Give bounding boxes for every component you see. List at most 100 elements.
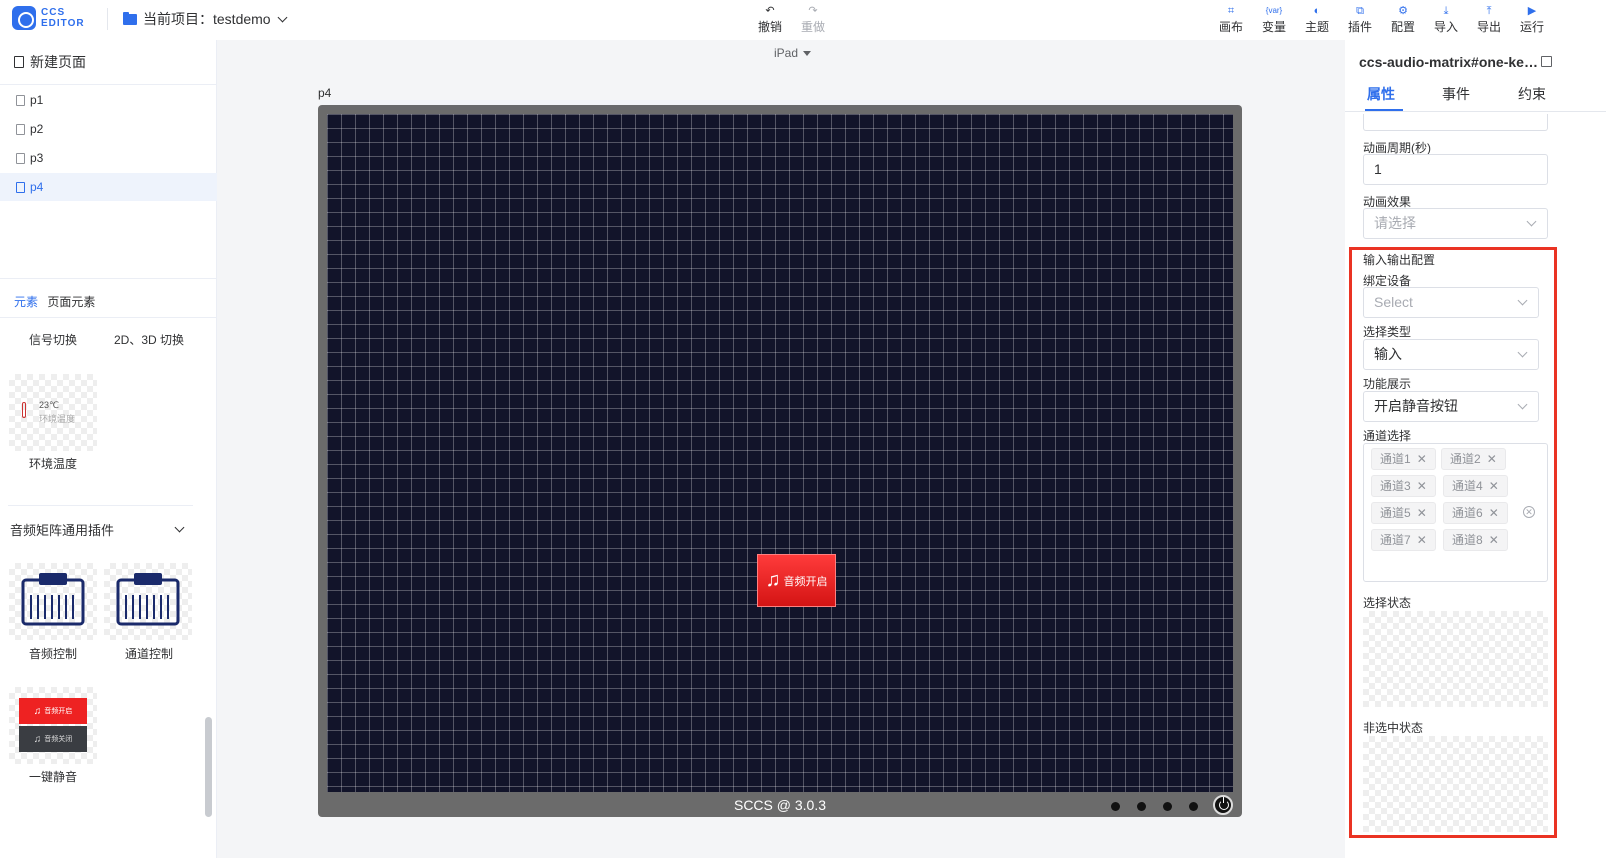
page-dot[interactable]	[1111, 802, 1120, 811]
lib-item-signal-switch[interactable]: 信号切换	[8, 331, 98, 348]
chevron-down-icon	[1517, 347, 1528, 358]
close-icon[interactable]: ✕	[1417, 533, 1427, 547]
page-item-p1[interactable]: p1	[0, 86, 217, 114]
channel-multiselect[interactable]: 通道1 ✕ 通道2 ✕ 通道3 ✕ 通道4 ✕ 通道5 ✕ 通道6 ✕ 通道7 ✕ 通道8 ✕ …	[1363, 443, 1548, 582]
func-display-select[interactable]: 开启静音按钮	[1363, 391, 1539, 422]
divider	[0, 278, 217, 279]
page-item-p4[interactable]: p4	[0, 173, 217, 201]
page-dot[interactable]	[1189, 802, 1198, 811]
select-type-label: 选择类型	[1363, 325, 1412, 339]
tab-page-elements[interactable]: 页面元素	[47, 295, 95, 309]
import-button[interactable]: ⤓ 导入	[1434, 4, 1458, 35]
undo-label: 撤销	[758, 20, 783, 34]
lib-item-env-temp[interactable]: 环境温度	[8, 455, 98, 472]
channel-select-label: 通道选择	[1363, 429, 1412, 443]
close-icon[interactable]: ✕	[1417, 479, 1427, 493]
page-dot[interactable]	[1163, 802, 1172, 811]
palette-icon: ◐	[1313, 5, 1321, 17]
file-icon	[16, 95, 25, 106]
undo-icon: ↶	[765, 5, 775, 17]
component-title: ccs-audio-matrix#one-key-mute	[1359, 54, 1539, 70]
lib-item-audio-control[interactable]: 音频控制	[8, 645, 98, 662]
var-icon: {var}	[1265, 6, 1283, 15]
close-icon[interactable]: ✕	[1489, 479, 1499, 493]
selected-state-image[interactable]	[1363, 611, 1548, 707]
select-type-select[interactable]: 输入	[1363, 339, 1539, 370]
sidebar-scrollbar[interactable]	[205, 717, 212, 817]
one-key-mute-thumbnail[interactable]: ♫ 音频开启 ♫ 音频关闭	[9, 687, 97, 764]
chevron-down-icon	[277, 12, 288, 22]
project-selector[interactable]: 当前项目： testdemo	[123, 9, 288, 29]
anim-effect-select[interactable]: 请选择	[1363, 208, 1548, 239]
channel-tag: 通道6 ✕	[1443, 502, 1508, 524]
config-button[interactable]: ⚙ 配置	[1391, 4, 1415, 35]
divider	[0, 317, 217, 318]
canvas-area: iPad p4 ♫ 音频开启 SCCS @ 3.0.3	[218, 40, 1345, 858]
theme-button[interactable]: ◐ 主题	[1305, 4, 1329, 35]
tab-constraints[interactable]: 约束	[1518, 84, 1546, 104]
canvas-button[interactable]: ⌗ 画布	[1219, 4, 1243, 35]
thermometer-icon	[22, 402, 26, 418]
close-icon[interactable]: ✕	[1489, 506, 1499, 520]
lib-item-one-key-mute[interactable]: 一键静音	[8, 768, 98, 785]
folder-icon	[123, 11, 137, 25]
redo-icon: ↷	[808, 5, 818, 17]
canvas-icon: ⌗	[1227, 5, 1235, 17]
chevron-down-icon	[1517, 295, 1528, 306]
logo-line1: CCS	[41, 7, 66, 18]
play-icon: ▶	[1527, 5, 1537, 17]
close-icon[interactable]: ✕	[1487, 452, 1497, 466]
left-sidebar: 新建页面 p1 p2 p3 p4 元素 页面元素 信号切换 2D、3D 切换 2…	[0, 40, 217, 858]
edit-icon[interactable]	[1541, 56, 1552, 67]
redo-button[interactable]: ↷ 重做	[801, 4, 825, 35]
frame-footer: SCCS @ 3.0.3	[733, 797, 827, 813]
close-icon[interactable]: ✕	[1489, 533, 1499, 547]
section-title[interactable]: 音频矩阵通用插件	[10, 520, 114, 539]
import-icon: ⤓	[1443, 5, 1449, 17]
audio-control-thumbnail[interactable]	[9, 563, 97, 640]
export-button[interactable]: ⤒ 导出	[1477, 4, 1501, 35]
channel-control-thumbnail[interactable]	[104, 563, 192, 640]
variables-button[interactable]: {var} 变量	[1262, 4, 1286, 35]
redo-label: 重做	[801, 20, 826, 34]
device-frame: ♫ 音频开启 SCCS @ 3.0.3	[318, 105, 1242, 817]
undo-button[interactable]: ↶ 撤销	[758, 4, 782, 35]
page-item-p2[interactable]: p2	[0, 115, 217, 143]
bind-device-select[interactable]: Select	[1363, 287, 1539, 318]
tab-elements[interactable]: 元素	[14, 295, 38, 309]
close-icon[interactable]: ✕	[1417, 506, 1427, 520]
lib-item-channel-control[interactable]: 通道控制	[104, 645, 194, 662]
unselected-state-image[interactable]	[1363, 736, 1548, 832]
page-dot[interactable]	[1137, 802, 1146, 811]
mixer-icon	[116, 573, 180, 626]
channel-tag: 通道3 ✕	[1371, 475, 1436, 497]
scrolled-field[interactable]	[1363, 114, 1548, 131]
close-icon[interactable]: ✕	[1417, 452, 1427, 466]
properties-panel: ccs-audio-matrix#one-key-mute 属性 事件 约束 动…	[1345, 40, 1606, 858]
new-page-button[interactable]: 新建页面	[14, 52, 86, 72]
top-bar: CCS EDITOR 当前项目： testdemo ↶ 撤销 ↷ 重做 ⌗ 画布…	[0, 0, 1606, 40]
unselected-state-label: 非选中状态	[1363, 721, 1424, 735]
element-tabs: 元素 页面元素	[14, 293, 101, 310]
device-selector[interactable]: iPad	[774, 46, 812, 60]
anim-period-input[interactable]: 1	[1363, 154, 1548, 185]
tab-events[interactable]: 事件	[1442, 84, 1470, 104]
channel-tag: 通道5 ✕	[1371, 502, 1436, 524]
run-button[interactable]: ▶ 运行	[1520, 4, 1544, 35]
new-page-icon	[14, 56, 24, 68]
lib-item-2d3d-switch[interactable]: 2D、3D 切换	[104, 331, 194, 348]
one-key-mute-widget[interactable]: ♫ 音频开启	[757, 554, 836, 607]
io-config-title: 输入输出配置	[1363, 253, 1436, 267]
chevron-down-icon[interactable]	[174, 522, 185, 533]
clear-icon[interactable]: ✕	[1523, 506, 1535, 518]
divider	[0, 84, 217, 85]
env-temp-thumbnail[interactable]: 23℃ 环境温度	[9, 374, 97, 451]
power-button[interactable]	[1213, 795, 1233, 815]
tab-properties[interactable]: 属性	[1367, 84, 1395, 104]
mute-on-sample: ♫ 音频开启	[19, 698, 87, 724]
logo-line2: EDITOR	[41, 18, 85, 29]
grid-canvas[interactable]: ♫ 音频开启	[327, 114, 1233, 792]
page-indicator	[1111, 802, 1215, 811]
page-item-p3[interactable]: p3	[0, 144, 217, 172]
plugins-button[interactable]: ⧉ 插件	[1348, 4, 1372, 35]
